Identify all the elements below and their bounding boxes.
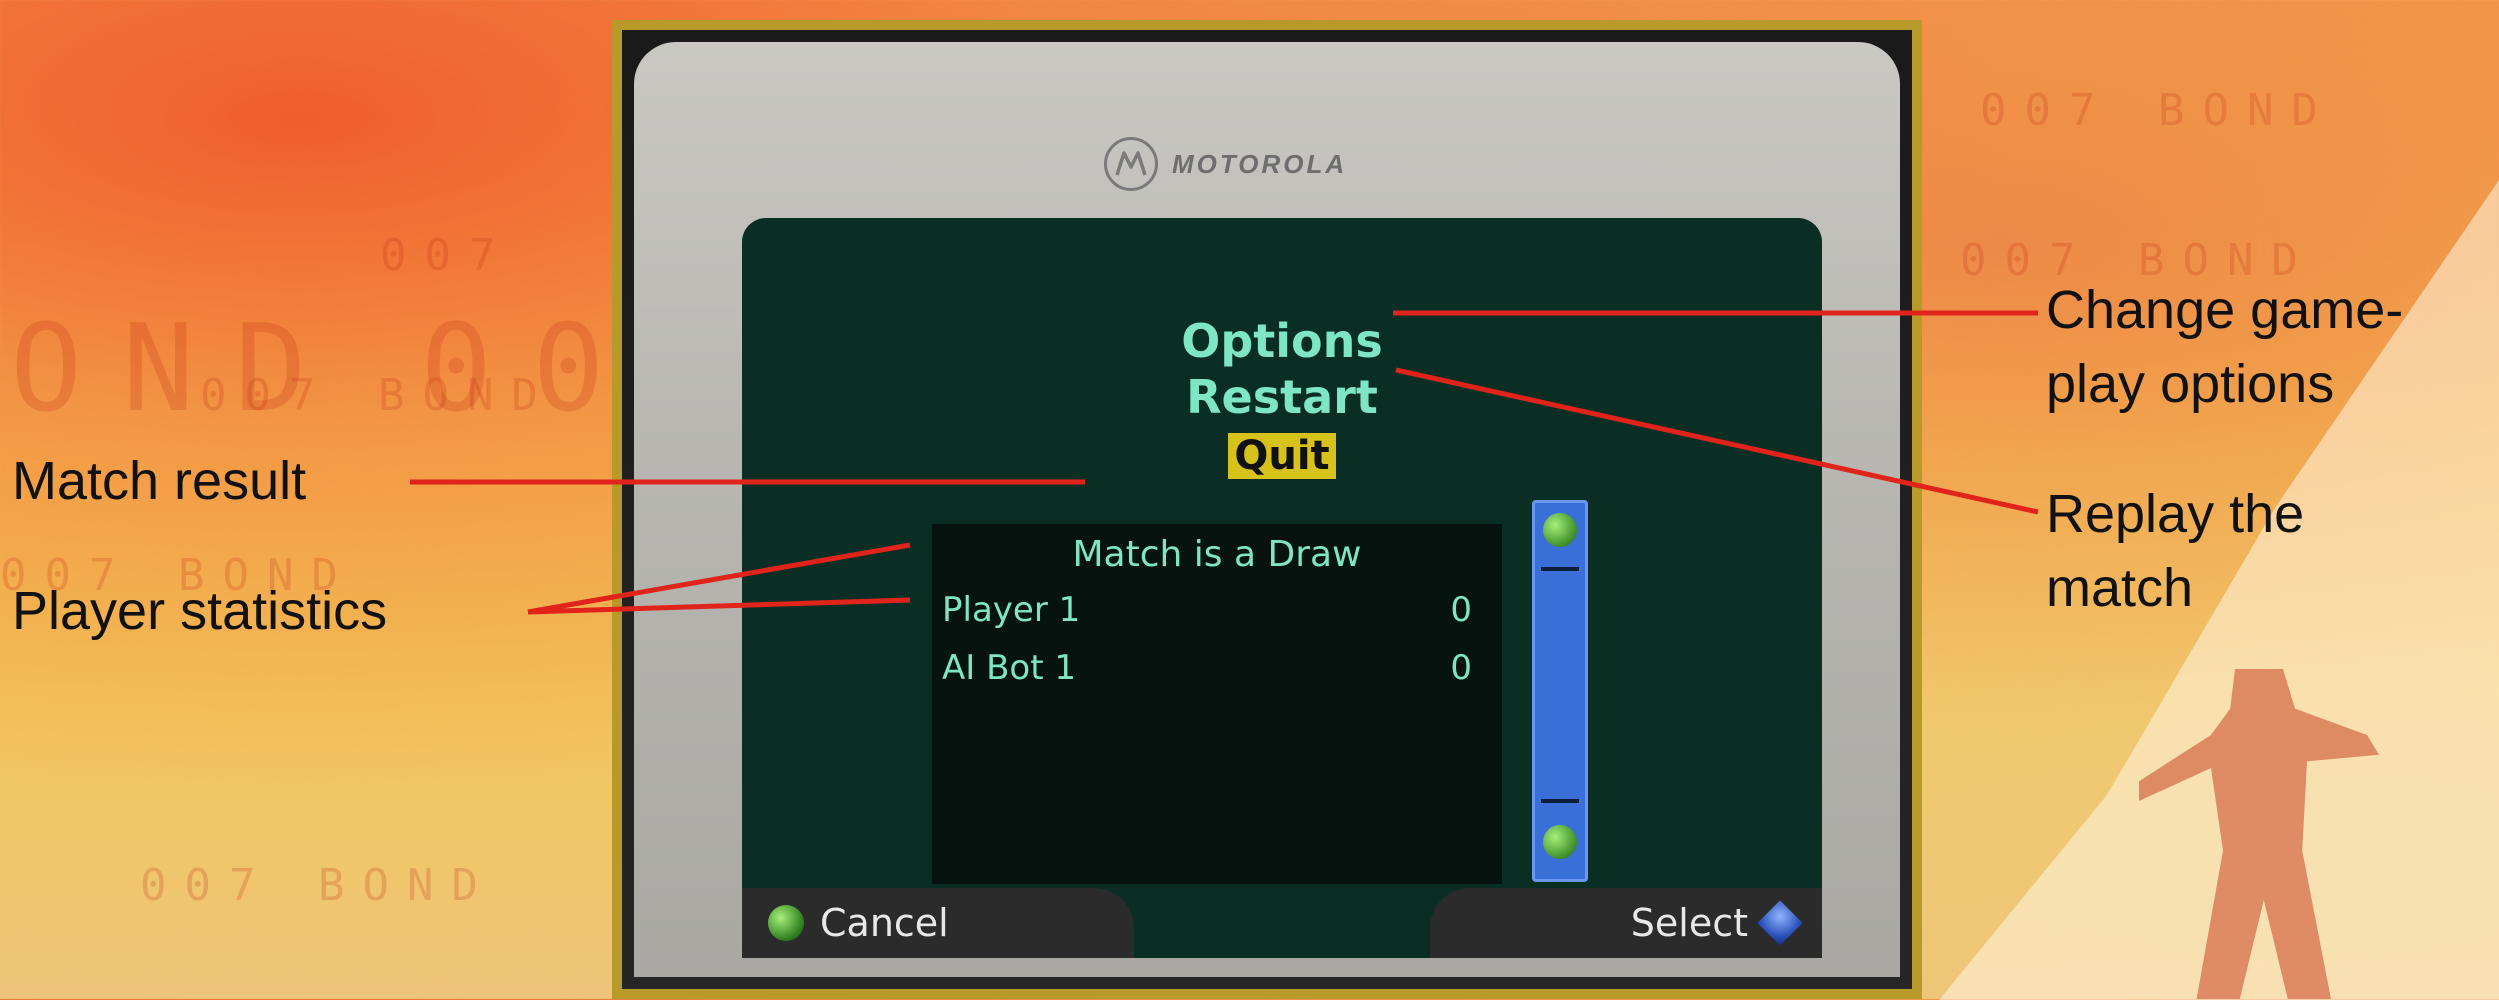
background-007-text: 007 (380, 230, 514, 281)
player-score: 0 (1450, 590, 1472, 630)
callout-options-line2: play options (2046, 354, 2335, 414)
scroll-down-icon[interactable] (1543, 825, 1577, 859)
cancel-softkey[interactable]: Cancel (742, 888, 1134, 958)
callout-options-line1: Change game- (2046, 280, 2404, 340)
match-result-title: Match is a Draw (1072, 534, 1362, 575)
select-softkey[interactable]: Select (1430, 888, 1822, 958)
background-007-text: 007 BOND (140, 860, 496, 911)
blue-diamond-softkey-icon (1757, 900, 1803, 946)
brand-name: MOTOROLA (1172, 148, 1348, 179)
callout-restart: Replay the match (2046, 482, 2304, 620)
scroll-up-icon[interactable] (1543, 513, 1577, 547)
brand-logo: MOTOROLA (1104, 137, 1347, 191)
callout-player-statistics: Player statistics (12, 581, 388, 641)
callout-restart-line1: Replay the (2046, 484, 2305, 544)
callout-match-result: Match result (12, 451, 307, 511)
player-name: Player 1 (942, 590, 1081, 630)
softkey-bar: Cancel Select (742, 868, 1822, 958)
green-softkey-icon (768, 905, 804, 941)
stat-row: AI Bot 1 0 (942, 648, 1492, 692)
phone-screen: Options Restart Quit Match is a Draw Pla… (742, 218, 1822, 958)
scroll-top-divider (1541, 567, 1579, 571)
background-bond-text: 007 BOND (1980, 85, 2336, 136)
background-007-text: 007 BOND (200, 370, 556, 421)
select-label: Select (1630, 901, 1748, 945)
menu-item-options[interactable]: Options (1175, 313, 1389, 369)
phone-bezel: MOTOROLA Options Restart Quit Match is a… (634, 42, 1900, 977)
phone-body: MOTOROLA Options Restart Quit Match is a… (622, 30, 1912, 989)
motorola-logo-icon (1104, 137, 1158, 191)
cancel-label: Cancel (820, 901, 949, 945)
player-score: 0 (1450, 648, 1472, 688)
phone-frame: MOTOROLA Options Restart Quit Match is a… (612, 20, 1922, 999)
callout-options: Change game- play options (2046, 278, 2403, 416)
results-scrollbar[interactable] (1532, 500, 1588, 882)
menu-item-restart[interactable]: Restart (1180, 369, 1384, 425)
scroll-bottom-divider (1541, 799, 1579, 803)
match-results-panel: Match is a Draw Player 1 0 AI Bot 1 0 (932, 524, 1502, 884)
stat-row: Player 1 0 (942, 590, 1492, 634)
player-name: AI Bot 1 (942, 648, 1076, 688)
callout-restart-line2: match (2046, 558, 2194, 618)
menu-item-quit[interactable]: Quit (1228, 433, 1336, 479)
game-menu: Options Restart Quit (742, 313, 1822, 479)
